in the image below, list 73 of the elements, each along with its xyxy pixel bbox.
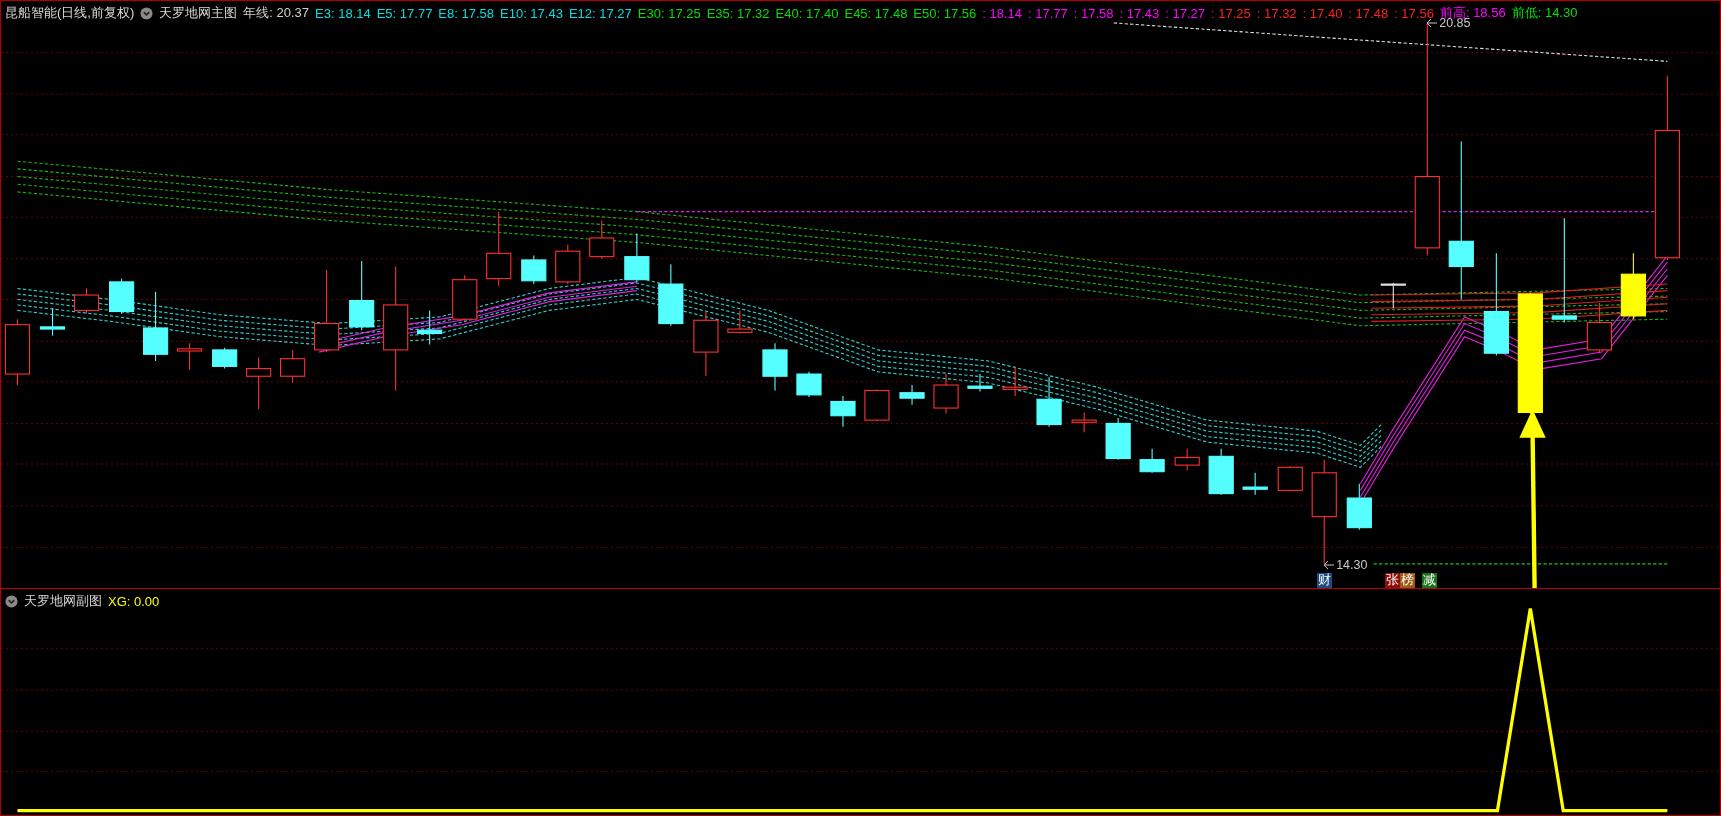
stock-title: 昆船智能(日线,前复权) xyxy=(5,4,135,22)
candlestick xyxy=(1586,302,1612,353)
legend-value: E50: 17.56 xyxy=(913,5,977,21)
signal-tag: 财 xyxy=(1316,572,1332,588)
legend-value: : 17.58 xyxy=(1073,5,1114,21)
legend-value: E45: 17.48 xyxy=(844,5,908,21)
legend-value: XG: 0.00 xyxy=(108,593,160,609)
candlestick xyxy=(452,274,478,322)
candlestick xyxy=(1380,282,1406,309)
candlestick xyxy=(1620,252,1646,320)
legend-value: : 17.56 xyxy=(1394,5,1434,21)
pointer-arrow-icon xyxy=(1323,560,1336,571)
candlestick xyxy=(624,233,650,283)
candlestick xyxy=(658,263,684,327)
candlestick xyxy=(933,373,959,415)
legend-value: : 17.32 xyxy=(1256,5,1297,21)
legend-value: : 17.77 xyxy=(1028,5,1068,21)
indicator-name[interactable]: 天罗地网主图 xyxy=(159,4,238,22)
legend-value: : 18.14 xyxy=(982,5,1022,21)
candlestick xyxy=(967,373,993,393)
candlestick xyxy=(796,371,822,398)
candlestick xyxy=(246,357,272,410)
signal-tag: 张 xyxy=(1384,572,1400,588)
price-label: 14.30 xyxy=(1336,558,1368,573)
candlestick xyxy=(109,278,135,315)
legend-value: E8: 17.58 xyxy=(438,5,494,21)
legend-value: E30: 17.25 xyxy=(637,5,701,21)
legend-value: : 17.25 xyxy=(1211,5,1251,21)
candlestick xyxy=(1036,376,1062,428)
candlestick xyxy=(693,310,719,377)
candlestick xyxy=(280,349,306,384)
pointer-arrow-icon xyxy=(1426,18,1439,29)
candlestick xyxy=(899,384,925,406)
candlestick xyxy=(555,244,581,285)
legend-value: : 17.43 xyxy=(1119,5,1160,21)
legend-value: 年线: 20.37 xyxy=(243,4,310,22)
candlestick xyxy=(417,309,443,345)
legend-value: E5: 17.77 xyxy=(376,5,433,21)
legend-value: E10: 17.43 xyxy=(500,5,563,21)
candlestick xyxy=(1105,417,1131,461)
legend-value: : 17.40 xyxy=(1302,5,1343,21)
candlestick xyxy=(1174,448,1200,472)
candlestick xyxy=(589,219,615,260)
legend-value: : 17.27 xyxy=(1165,5,1206,21)
candlestick xyxy=(176,342,203,371)
legend-value: 前低: 14.30 xyxy=(1511,4,1578,22)
candlestick xyxy=(521,255,547,285)
signal-tag: 减 xyxy=(1421,572,1437,588)
candlestick xyxy=(349,260,375,331)
legend-value: E12: 17.27 xyxy=(568,5,632,21)
candlestick xyxy=(1071,411,1097,433)
indicator-name[interactable]: 天罗地网副图 xyxy=(24,592,102,610)
legend-value: E40: 17.40 xyxy=(775,5,839,21)
legend-value: E35: 17.32 xyxy=(706,5,770,21)
candlestick xyxy=(1346,483,1372,531)
candlestick xyxy=(762,342,788,392)
candlestick xyxy=(1277,465,1303,492)
dropdown-icon[interactable] xyxy=(140,6,154,20)
legend-value: : 17.48 xyxy=(1348,5,1389,21)
candlestick xyxy=(4,318,31,386)
legend-value: E3: 18.14 xyxy=(315,5,371,21)
candlestick xyxy=(864,388,890,422)
candlestick xyxy=(1139,448,1165,474)
candlestick xyxy=(142,291,169,362)
candlestick xyxy=(73,287,100,315)
candlestick xyxy=(830,395,856,428)
candlestick xyxy=(727,309,753,334)
candlestick xyxy=(39,307,66,337)
candlestick xyxy=(1242,472,1268,496)
candlestick xyxy=(1208,448,1234,496)
candlestick xyxy=(212,347,238,370)
candlestick xyxy=(1002,365,1028,397)
dropdown-icon[interactable] xyxy=(5,594,18,608)
